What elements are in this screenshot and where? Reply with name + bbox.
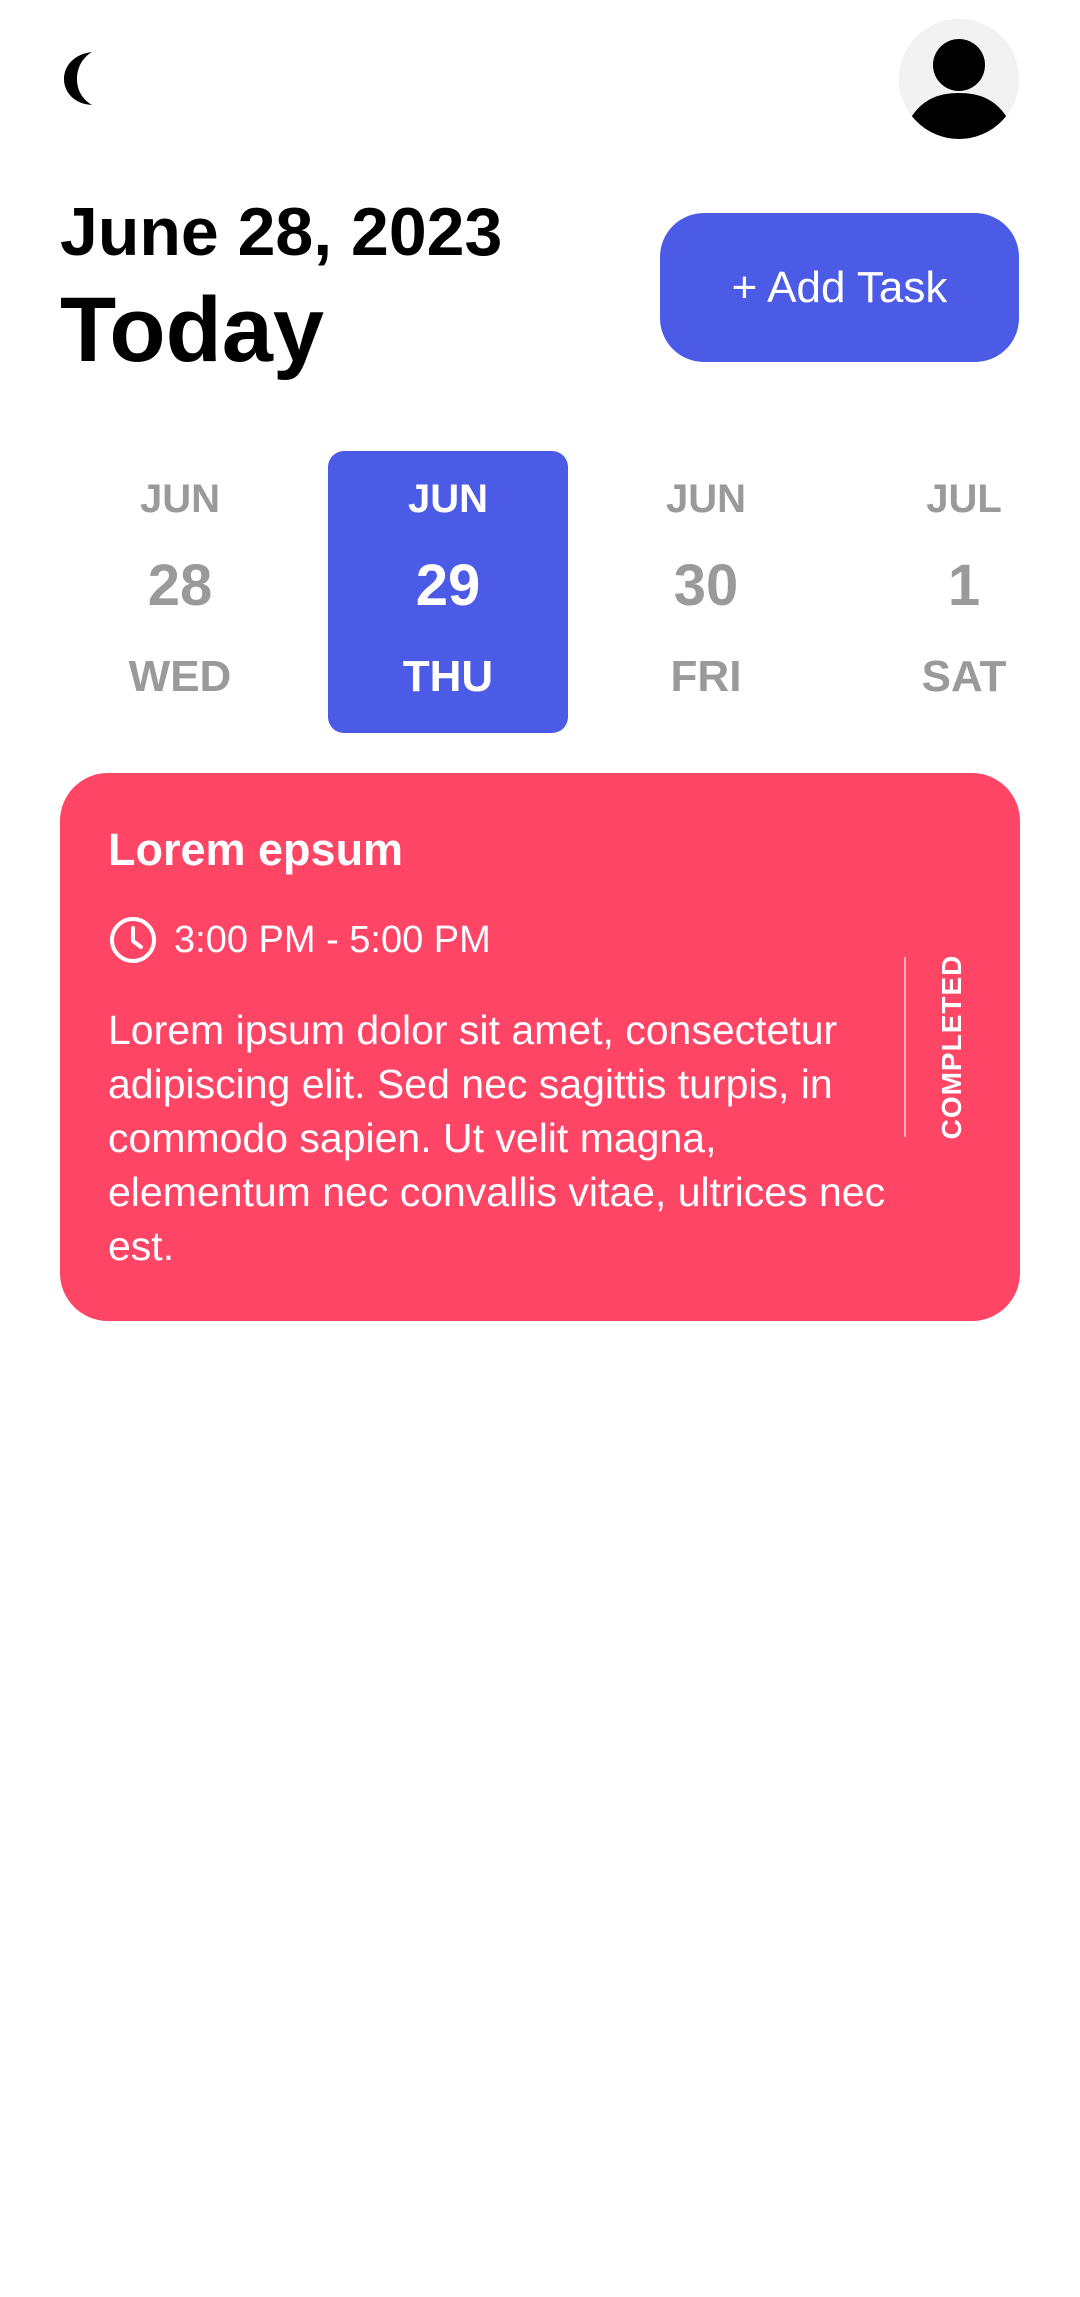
day-month: JUN — [665, 477, 747, 521]
day-month: JUN — [139, 477, 221, 521]
day-number: 29 — [415, 553, 481, 618]
day-number: 28 — [147, 553, 213, 618]
page-title: Today — [60, 279, 325, 381]
current-date: June 28, 2023 — [60, 194, 503, 270]
day-weekday: WED — [128, 652, 232, 701]
status-divider — [904, 957, 906, 1137]
crescent-moon-icon[interactable] — [56, 46, 116, 110]
task-status-badge: COMPLETED — [936, 954, 967, 1140]
day-weekday: FRI — [670, 652, 742, 701]
day-item-jul-1[interactable]: JUL 1 SAT — [844, 451, 1080, 733]
day-number: 1 — [947, 553, 981, 618]
day-month: JUL — [926, 477, 1002, 521]
day-selector: JUN 28 WED JUN 29 THU JUN 30 FRI JUL 1 S… — [60, 451, 1020, 733]
add-task-button[interactable]: + Add Task — [660, 213, 1019, 362]
day-item-jun-28[interactable]: JUN 28 WED — [60, 451, 300, 733]
task-title: Lorem epsum — [108, 824, 404, 875]
day-weekday: THU — [402, 652, 494, 701]
avatar[interactable] — [899, 19, 1019, 139]
task-description: Lorem ipsum dolor sit amet, consectetur … — [108, 1007, 886, 1269]
clock-icon — [110, 917, 156, 963]
task-card[interactable]: Lorem epsum 3:00 PM - 5:00 PM Lorem ipsu… — [60, 773, 1020, 1321]
day-month: JUN — [407, 477, 489, 521]
task-time: 3:00 PM - 5:00 PM — [174, 919, 491, 961]
day-item-jun-29[interactable]: JUN 29 THU — [328, 451, 568, 733]
day-number: 30 — [673, 553, 739, 618]
user-avatar-icon — [899, 19, 1019, 139]
day-item-jun-30[interactable]: JUN 30 FRI — [586, 451, 826, 733]
day-weekday: SAT — [921, 652, 1007, 701]
